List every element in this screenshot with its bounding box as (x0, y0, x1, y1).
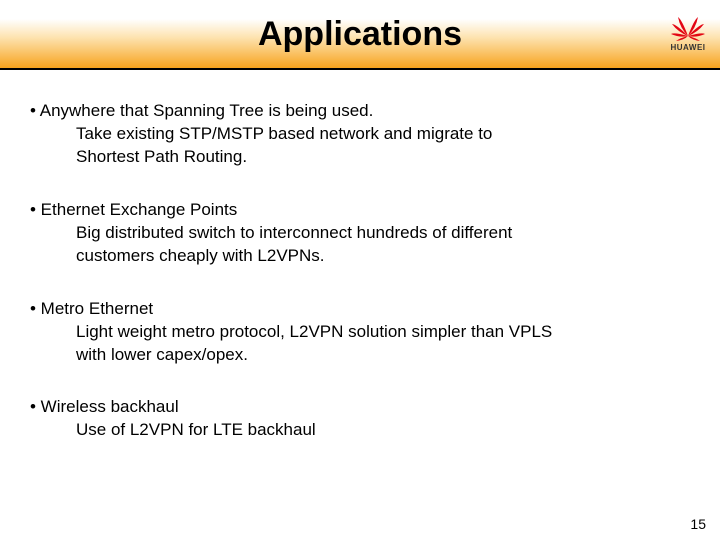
bullet-item: • Ethernet Exchange Points Big distribut… (30, 199, 690, 268)
title-bar: Applications HUAWEI (0, 0, 720, 70)
bullet-sub: Big distributed switch to interconnect h… (30, 222, 690, 245)
bullet-item: • Metro Ethernet Light weight metro prot… (30, 298, 690, 367)
bullet-item: • Anywhere that Spanning Tree is being u… (30, 100, 690, 169)
huawei-logo-icon (670, 14, 706, 42)
slide-title: Applications (258, 15, 462, 54)
bullet-head: • Anywhere that Spanning Tree is being u… (30, 100, 690, 123)
bullet-sub: Light weight metro protocol, L2VPN solut… (30, 321, 690, 344)
huawei-logo: HUAWEI (670, 14, 706, 52)
bullet-sub: with lower capex/opex. (30, 344, 690, 367)
bullet-sub: customers cheaply with L2VPNs. (30, 245, 690, 268)
bullet-sub: Shortest Path Routing. (30, 146, 690, 169)
huawei-logo-text: HUAWEI (671, 43, 706, 52)
bullet-head: • Metro Ethernet (30, 298, 690, 321)
bullet-head: • Ethernet Exchange Points (30, 199, 690, 222)
bullet-sub: Take existing STP/MSTP based network and… (30, 123, 690, 146)
bullet-sub: Use of L2VPN for LTE backhaul (30, 419, 690, 442)
page-number: 15 (690, 516, 706, 532)
bullet-head: • Wireless backhaul (30, 396, 690, 419)
slide-body: • Anywhere that Spanning Tree is being u… (0, 70, 720, 442)
bullet-item: • Wireless backhaul Use of L2VPN for LTE… (30, 396, 690, 442)
slide-container: Applications HUAWEI • Anywhere that Span… (0, 0, 720, 540)
